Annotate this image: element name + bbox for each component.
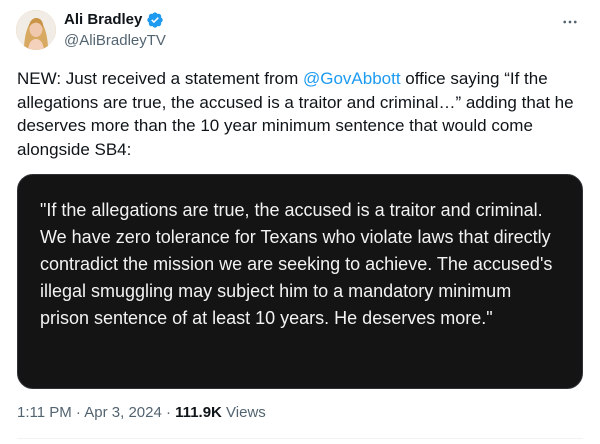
views-label: Views bbox=[221, 404, 266, 421]
tweet-text-part-1: NEW: Just received a statement from bbox=[17, 69, 303, 88]
mention-link[interactable]: @GovAbbott bbox=[303, 69, 401, 88]
more-options-button[interactable] bbox=[558, 12, 582, 32]
more-horizontal-icon bbox=[563, 20, 577, 24]
tweet-text: NEW: Just received a statement from @Gov… bbox=[17, 67, 583, 161]
divider bbox=[17, 438, 583, 439]
quoted-statement: "If the allegations are true, the accuse… bbox=[40, 200, 553, 328]
tweet-image[interactable]: "If the allegations are true, the accuse… bbox=[17, 174, 583, 389]
meta-separator: · bbox=[71, 404, 85, 421]
user-avatar-photo bbox=[16, 10, 56, 50]
tweet-date[interactable]: Apr 3, 2024 bbox=[84, 404, 162, 421]
user-handle[interactable]: @AliBradleyTV bbox=[64, 32, 166, 50]
avatar[interactable] bbox=[16, 10, 56, 50]
meta-separator: · bbox=[161, 404, 176, 421]
verified-badge-icon[interactable] bbox=[146, 11, 164, 29]
name-row: Ali Bradley bbox=[64, 10, 166, 30]
author-block: Ali Bradley @AliBradleyTV bbox=[64, 10, 166, 50]
tweet-time[interactable]: 1:11 PM bbox=[17, 404, 72, 421]
views-count: 111.9K bbox=[175, 404, 222, 421]
display-name[interactable]: Ali Bradley bbox=[64, 11, 142, 29]
tweet: Ali Bradley @AliBradleyTV NEW: Just rece… bbox=[0, 0, 600, 444]
tweet-meta: 1:11 PM · Apr 3, 2024 · 111.9K Views bbox=[17, 404, 266, 421]
